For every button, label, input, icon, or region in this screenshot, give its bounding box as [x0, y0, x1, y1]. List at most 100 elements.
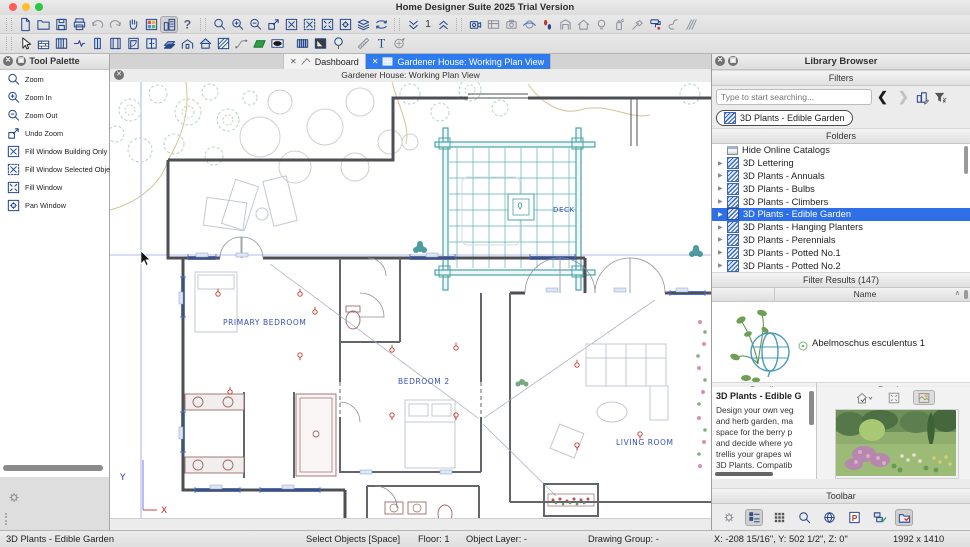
folder-3d-plants-potted-no2[interactable]: ▶ 3D Plants - Potted No.2 — [712, 259, 970, 272]
toolbar-grip[interactable] — [6, 37, 12, 50]
grid-view-icon[interactable] — [770, 509, 788, 526]
palette-settings-icon[interactable] — [5, 489, 23, 506]
name-column[interactable]: Name — [774, 288, 956, 301]
help-icon[interactable]: ? — [178, 16, 196, 33]
disclosure-triangle[interactable]: ▶ — [718, 198, 727, 205]
details-hscrollbar[interactable] — [715, 472, 773, 476]
material-painter-icon[interactable] — [646, 16, 664, 33]
undock-panel-icon[interactable]: ▣ — [16, 56, 26, 66]
tool-fill-window[interactable]: Fill Window — [0, 178, 109, 196]
close-panel-icon[interactable]: ✕ — [715, 56, 725, 66]
pond-icon[interactable] — [268, 35, 286, 52]
layers-icon[interactable] — [354, 16, 372, 33]
redo-icon[interactable] — [106, 16, 124, 33]
tool-zoom-out[interactable]: Zoom Out — [0, 106, 109, 124]
curve-tool-icon[interactable] — [664, 16, 682, 33]
save-icon[interactable] — [52, 16, 70, 33]
snapshot-icon[interactable] — [502, 16, 520, 33]
undock-panel-icon[interactable]: ▣ — [728, 56, 738, 66]
floor-down-icon[interactable] — [404, 16, 422, 33]
fill-window-building-only-icon[interactable] — [282, 16, 300, 33]
roof-icon[interactable] — [160, 35, 178, 52]
tool-zoom-in[interactable]: Zoom In — [0, 88, 109, 106]
fill-preview-icon[interactable] — [883, 390, 905, 405]
filter-funnel-icon[interactable] — [932, 89, 950, 106]
tool-pan-window[interactable]: Pan Window — [0, 196, 109, 214]
plan-canvas[interactable]: PRIMARY BEDROOM BEDROOM 2 LIVING ROOM DE… — [110, 82, 711, 518]
wall-icon[interactable] — [34, 35, 52, 52]
folder-3d-plants-annuals[interactable]: ▶ 3D Plants - Annuals — [712, 170, 970, 183]
render-preview-icon[interactable] — [913, 390, 935, 405]
library-search-icon[interactable] — [795, 509, 813, 526]
undo-icon[interactable] — [88, 16, 106, 33]
thumbnail-column[interactable] — [712, 288, 775, 301]
folder-3d-plants-perennials[interactable]: ▶ 3D Plants - Perennials — [712, 234, 970, 247]
preferences-icon[interactable] — [142, 16, 160, 33]
zoom-in-icon[interactable] — [228, 16, 246, 33]
railing-icon[interactable] — [52, 35, 70, 52]
back-icon[interactable]: ❮ — [877, 89, 888, 105]
zoom-tool-icon[interactable] — [210, 16, 228, 33]
disclosure-triangle[interactable]: ▶ — [718, 211, 727, 218]
tab-plan-view[interactable]: ✕ Gardener House: Working Plan View — [366, 54, 551, 69]
new-document-icon[interactable] — [16, 16, 34, 33]
folder-3d-lettering[interactable]: ▶ 3D Lettering — [712, 157, 970, 170]
text-tool-icon[interactable]: T — [372, 35, 390, 52]
list-view-icon[interactable] — [745, 509, 763, 526]
break-wall-icon[interactable] — [70, 35, 88, 52]
folder-3d-plants-climbers[interactable]: ▶ 3D Plants - Climbers — [712, 195, 970, 208]
panel-settings-icon[interactable] — [720, 509, 738, 526]
plan-materials-icon[interactable]: P — [845, 509, 863, 526]
cabinet-icon[interactable] — [142, 35, 160, 52]
undo-zoom-icon[interactable] — [264, 16, 282, 33]
picture-view-icon[interactable] — [311, 35, 329, 52]
open-icon[interactable] — [34, 16, 52, 33]
toolbar-grip[interactable] — [394, 18, 400, 31]
framing-icon[interactable] — [556, 16, 574, 33]
display-options-icon[interactable] — [853, 390, 875, 405]
print-icon[interactable] — [70, 16, 88, 33]
tool-undo-zoom[interactable]: Undo Zoom — [0, 124, 109, 142]
doorway-icon[interactable] — [124, 35, 142, 52]
pan-window-icon[interactable] — [336, 16, 354, 33]
disclosure-triangle[interactable]: ▶ — [718, 236, 727, 243]
marker-icon[interactable] — [390, 35, 408, 52]
floor-indicator[interactable]: 1 — [422, 19, 434, 30]
sprinkler-icon[interactable] — [232, 35, 250, 52]
zoom-out-icon[interactable] — [246, 16, 264, 33]
tool-zoom[interactable]: Zoom — [0, 70, 109, 88]
fill-window-selected-objects-icon[interactable] — [300, 16, 318, 33]
tab-dashboard[interactable]: ✕ Dashboard — [284, 54, 366, 69]
folders-scrollbar[interactable] — [964, 146, 968, 174]
drag-grip[interactable] — [5, 513, 9, 525]
lighting-icon[interactable] — [592, 16, 610, 33]
cross-section-icon[interactable] — [484, 16, 502, 33]
disclosure-triangle[interactable]: ▶ — [718, 224, 727, 231]
tree-icon[interactable] — [329, 35, 347, 52]
tool-fill-window-selected-objects[interactable]: Fill Window Selected Objects — [0, 160, 109, 178]
folder-3d-plants-bulbs[interactable]: ▶ 3D Plants - Bulbs — [712, 182, 970, 195]
details-vscrollbar[interactable] — [809, 391, 814, 425]
pan-hand-icon[interactable] — [124, 16, 142, 33]
filter-chip[interactable]: 3D Plants - Edible Garden — [716, 110, 853, 126]
toolbar-grip[interactable] — [6, 18, 12, 31]
core-catalogs-icon[interactable] — [820, 509, 838, 526]
results-scrollbar[interactable] — [964, 290, 968, 299]
eyedropper-icon[interactable] — [628, 16, 646, 33]
dimension-icon[interactable] — [354, 35, 372, 52]
camera-view-icon[interactable] — [466, 16, 484, 33]
folder-confirm-icon[interactable] — [895, 509, 913, 526]
close-tab-icon[interactable]: ✕ — [372, 57, 379, 66]
select-objects-icon[interactable] — [16, 35, 34, 52]
dormer-icon[interactable] — [178, 35, 196, 52]
fencing-icon[interactable] — [293, 35, 311, 52]
search-input[interactable] — [716, 89, 872, 105]
window-tool-icon[interactable] — [88, 35, 106, 52]
wall-material-icon[interactable] — [574, 16, 592, 33]
folder-hide-online-catalogs[interactable]: Hide Online Catalogs — [712, 144, 970, 157]
plant-cover-icon[interactable] — [214, 35, 232, 52]
sort-ascending-icon[interactable]: ∧ — [955, 289, 960, 297]
gable-wall-icon[interactable] — [196, 35, 214, 52]
terrain-icon[interactable] — [250, 35, 268, 52]
hatch-tool-icon[interactable] — [682, 16, 700, 33]
